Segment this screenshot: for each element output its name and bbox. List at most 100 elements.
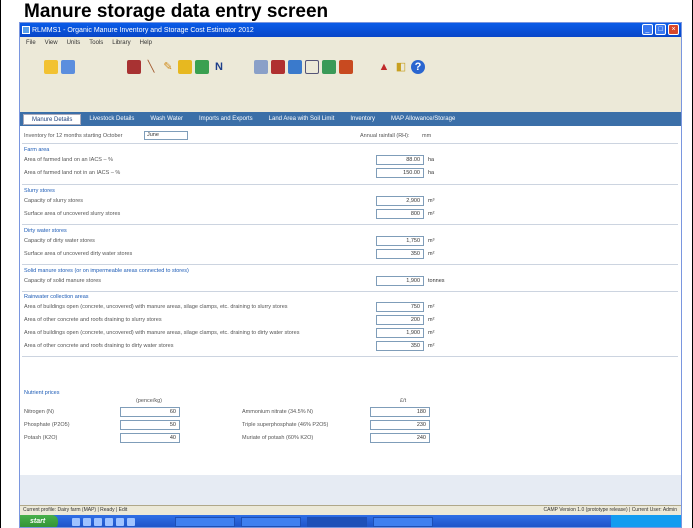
application-window: RLMMS1 - Organic Manure Inventory and St… [19, 22, 682, 528]
menu-library[interactable]: Library [112, 40, 130, 46]
muriate-of-potash-input[interactable]: 240 [370, 433, 430, 443]
triple-superphosphate-input[interactable]: 230 [370, 420, 430, 430]
toolbar: ╲ ✎ N ▲ ◧ ? [20, 48, 681, 86]
muriate-of-potash-label: Muriate of potash (60% K2O) [242, 435, 314, 441]
ammonium-nitrate-label: Ammonium nitrate (34.5% N) [242, 409, 313, 415]
annual-rainfall-unit: mm [422, 133, 432, 139]
close-button[interactable]: × [668, 24, 679, 35]
chart-icon[interactable] [254, 60, 268, 74]
window-icon[interactable] [305, 60, 319, 74]
maximize-button[interactable]: □ [655, 24, 666, 35]
status-bar: Current profile: Dairy farm (MAP) | Read… [20, 505, 681, 515]
divider [22, 143, 678, 144]
figure-caption: Manure storage data entry screen [24, 1, 329, 22]
rainwater-row-3-unit: m² [428, 330, 435, 336]
divider [22, 224, 678, 225]
solid-manure-heading: Solid manure stores (or on impermeable a… [24, 268, 189, 274]
pencil-icon[interactable]: ✎ [161, 60, 175, 74]
inventory-start-label: Inventory for 12 months starting October [24, 133, 123, 139]
divider [22, 356, 678, 357]
divider [22, 184, 678, 185]
taskbar-item[interactable] [241, 517, 301, 527]
dirty-water-capacity-label: Capacity of dirty water stores [24, 238, 95, 244]
ammonium-nitrate-input[interactable]: 180 [370, 407, 430, 417]
quick-launch-icon[interactable] [127, 518, 135, 526]
rainwater-row-3-input[interactable]: 1,900 [376, 328, 424, 338]
tab-land-area[interactable]: Land Area with Soil Limit [261, 116, 343, 122]
inventory-month-select[interactable]: June [144, 131, 188, 140]
quick-launch [72, 518, 135, 526]
minimize-button[interactable]: _ [642, 24, 653, 35]
barn-icon[interactable] [339, 60, 353, 74]
nitrogen-price-input[interactable]: 60 [120, 407, 180, 417]
rainwater-row-4-unit: m² [428, 343, 435, 349]
rainwater-row-4-input[interactable]: 350 [376, 341, 424, 351]
app-icon [22, 26, 30, 34]
slurry-stores-heading: Slurry stores [24, 188, 55, 194]
phosphate-price-label: Phosphate (P2O5) [24, 422, 70, 428]
bottom-pane [20, 475, 681, 505]
livestock-icon[interactable] [195, 60, 209, 74]
tab-inventory[interactable]: Inventory [342, 116, 383, 122]
quick-launch-icon[interactable] [116, 518, 124, 526]
potash-price-input[interactable]: 40 [120, 433, 180, 443]
farm-area-iacs-input[interactable]: 88.00 [376, 155, 424, 165]
menu-help[interactable]: Help [140, 40, 152, 46]
farm-building-icon[interactable] [127, 60, 141, 74]
taskbar-item-active[interactable] [307, 517, 367, 527]
start-button[interactable]: start [20, 515, 58, 527]
farm-area-iacs-unit: ha [428, 157, 435, 163]
rainwater-row-2-input[interactable]: 200 [376, 315, 424, 325]
house-icon[interactable] [178, 60, 192, 74]
phosphate-price-input[interactable]: 50 [120, 420, 180, 430]
farm-area-non-iacs-input[interactable]: 150.00 [376, 168, 424, 178]
dirty-water-capacity-unit: m³ [428, 238, 435, 244]
help-icon[interactable]: ? [411, 60, 425, 74]
slurry-capacity-input[interactable]: 2,900 [376, 196, 424, 206]
dirty-water-heading: Dirty water stores [24, 228, 67, 234]
tools-icon[interactable]: ╲ [144, 60, 158, 74]
quick-launch-icon[interactable] [94, 518, 102, 526]
dirty-water-capacity-input[interactable]: 1,750 [376, 236, 424, 246]
menu-view[interactable]: View [45, 40, 58, 46]
farm-area-non-iacs-unit: ha [428, 170, 435, 176]
menu-units[interactable]: Units [67, 40, 81, 46]
slurry-surface-unit: m² [428, 211, 435, 217]
slurry-surface-input[interactable]: 800 [376, 209, 424, 219]
new-icon[interactable] [44, 60, 58, 74]
divider [22, 291, 678, 292]
triple-superphosphate-label: Triple superphosphate (46% P2O5) [242, 422, 329, 428]
tab-livestock-details[interactable]: Livestock Details [81, 116, 142, 122]
tab-manure-details[interactable]: Manure Details [23, 113, 82, 125]
tractor-icon[interactable] [271, 60, 285, 74]
menu-tools[interactable]: Tools [89, 40, 103, 46]
quick-launch-icon[interactable] [83, 518, 91, 526]
solid-manure-capacity-input[interactable]: 1,900 [376, 276, 424, 286]
tab-map-allowance[interactable]: MAP Allowance/Storage [383, 116, 463, 122]
title-bar: RLMMS1 - Organic Manure Inventory and St… [20, 23, 681, 37]
save-icon[interactable] [61, 60, 75, 74]
solid-manure-capacity-label: Capacity of solid manure stores [24, 278, 102, 284]
silo-icon[interactable]: ▲ [377, 60, 391, 74]
menu-file[interactable]: File [26, 40, 36, 46]
status-left: Current profile: Dairy farm (MAP) | Read… [23, 507, 128, 513]
tab-wash-water[interactable]: Wash Water [142, 116, 191, 122]
rainwater-row-1-input[interactable]: 750 [376, 302, 424, 312]
taskbar-item[interactable] [373, 517, 433, 527]
dirty-water-surface-unit: m² [428, 251, 435, 257]
solid-manure-capacity-unit: tonnes [428, 278, 445, 284]
rainwater-row-2-unit: m² [428, 317, 435, 323]
taskbar-item[interactable] [175, 517, 235, 527]
rainwater-row-1-unit: m² [428, 304, 435, 310]
report-icon[interactable]: ◧ [394, 60, 408, 74]
tank-icon[interactable] [288, 60, 302, 74]
tab-imports-exports[interactable]: Imports and Exports [191, 116, 261, 122]
calculator-icon[interactable] [322, 60, 336, 74]
nutrients-right-header: £/t [400, 398, 407, 404]
slurry-surface-label: Surface area of uncovered slurry stores [24, 211, 121, 217]
farm-area-heading: Farm area [24, 147, 50, 153]
quick-launch-icon[interactable] [72, 518, 80, 526]
nitrogen-icon[interactable]: N [212, 60, 226, 74]
dirty-water-surface-input[interactable]: 350 [376, 249, 424, 259]
quick-launch-icon[interactable] [105, 518, 113, 526]
